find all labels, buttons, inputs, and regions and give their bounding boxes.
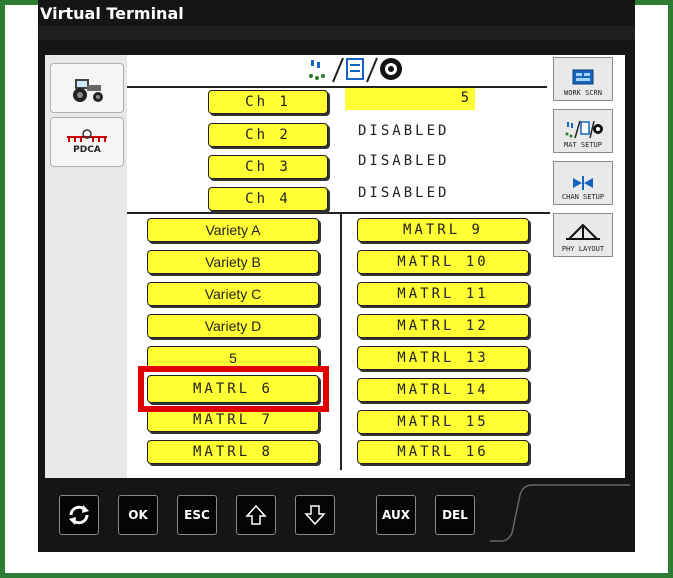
- material-label: MATRL 13: [397, 350, 489, 366]
- work-screen-label: WORK SCRN: [564, 89, 602, 97]
- refresh-icon: [69, 505, 89, 525]
- sprayer-label: PDCA: [73, 145, 101, 155]
- material-label: MATRL 9: [402, 222, 483, 238]
- material-label: MATRL 14: [397, 382, 489, 398]
- material-label: 5: [229, 350, 237, 366]
- material-label: MATRL 11: [397, 286, 489, 302]
- bottom-bar-decoration: [490, 484, 630, 542]
- tractor-icon: [73, 79, 103, 102]
- material-button[interactable]: MATRL 10: [357, 250, 529, 274]
- material-label: MATRL 15: [397, 414, 489, 430]
- material-setup-label: MAT SETUP: [564, 141, 602, 149]
- material-setup-icon: [565, 120, 603, 139]
- header-icon-group: [305, 56, 405, 88]
- channel-3-button[interactable]: Ch 3: [208, 155, 328, 179]
- tractor-softkey[interactable]: [50, 63, 124, 113]
- esc-label: ESC: [184, 508, 210, 522]
- material-label: Variety A: [205, 222, 261, 238]
- del-button[interactable]: DEL: [435, 495, 475, 535]
- esc-button[interactable]: ESC: [177, 495, 217, 535]
- ok-label: OK: [128, 508, 148, 522]
- material-button[interactable]: MATRL 15: [357, 410, 529, 434]
- physical-layout-label: PHY LAYOUT: [561, 245, 605, 253]
- work-screen-softkey[interactable]: WORK SCRN: [553, 57, 613, 101]
- header-divider: [127, 86, 547, 88]
- sprayer-softkey[interactable]: PDCA: [50, 117, 124, 167]
- material-button[interactable]: MATRL 9: [357, 218, 529, 242]
- arrow-down-icon: [304, 505, 326, 526]
- material-button[interactable]: MATRL 12: [357, 314, 529, 338]
- physical-layout-softkey[interactable]: PHY LAYOUT: [553, 213, 613, 257]
- aux-button[interactable]: AUX: [376, 495, 416, 535]
- material-button[interactable]: Variety D: [147, 314, 319, 338]
- material-button[interactable]: MATRL 14: [357, 378, 529, 402]
- channel-1-value[interactable]: 5: [345, 88, 475, 110]
- material-label: Variety C: [204, 286, 262, 302]
- title-bar-strip: [38, 26, 635, 40]
- channel-setup-icon: [573, 176, 593, 190]
- material-button[interactable]: Variety A: [147, 218, 319, 242]
- selection-highlight: [138, 366, 329, 412]
- channel-2-status: DISABLED: [358, 123, 450, 139]
- down-button[interactable]: [295, 495, 335, 535]
- physical-layout-icon: [566, 223, 600, 240]
- material-label: Variety B: [205, 254, 261, 270]
- material-label: Variety D: [204, 318, 262, 334]
- material-button[interactable]: MATRL 8: [147, 440, 319, 464]
- channel-4-button[interactable]: Ch 4: [208, 187, 328, 211]
- material-label: MATRL 7: [192, 412, 273, 428]
- material-setup-header-icon: [309, 57, 402, 83]
- material-label: MATRL 12: [397, 318, 489, 334]
- channel-1-label: Ch 1: [245, 94, 291, 110]
- channel-3-label: Ch 3: [245, 159, 291, 175]
- channel-4-status: DISABLED: [358, 185, 450, 201]
- column-divider: [340, 214, 342, 470]
- channel-setup-softkey[interactable]: CHAN SETUP: [553, 161, 613, 205]
- aux-label: AUX: [382, 508, 410, 522]
- material-button[interactable]: MATRL 13: [357, 346, 529, 370]
- ok-button[interactable]: OK: [118, 495, 158, 535]
- arrow-up-icon: [245, 504, 267, 525]
- channel-3-status: DISABLED: [358, 153, 450, 169]
- channel-2-label: Ch 2: [245, 127, 291, 143]
- up-button[interactable]: [236, 495, 276, 535]
- material-setup-softkey[interactable]: MAT SETUP: [553, 109, 613, 153]
- channel-setup-label: CHAN SETUP: [561, 193, 605, 201]
- work-screen-icon: [572, 69, 594, 85]
- window-title: Virtual Terminal: [40, 4, 184, 23]
- channel-1-button[interactable]: Ch 1: [208, 90, 328, 114]
- material-button[interactable]: Variety C: [147, 282, 319, 306]
- material-label: MATRL 10: [397, 254, 489, 270]
- material-label: MATRL 16: [397, 444, 489, 460]
- left-softkey-column: PDCA: [45, 55, 127, 478]
- refresh-button[interactable]: [59, 495, 99, 535]
- right-softkey-column: WORK SCRN MAT SETUP CHAN SETUP PHY LAYOU…: [553, 55, 618, 285]
- material-button[interactable]: MATRL 16: [357, 440, 529, 464]
- material-label: MATRL 8: [192, 444, 273, 460]
- del-label: DEL: [442, 508, 468, 522]
- material-button[interactable]: MATRL 11: [357, 282, 529, 306]
- terminal-screen: [45, 55, 625, 478]
- channel-4-label: Ch 4: [245, 191, 291, 207]
- material-button[interactable]: Variety B: [147, 250, 319, 274]
- channel-2-button[interactable]: Ch 2: [208, 123, 328, 147]
- section-divider: [127, 212, 550, 214]
- sprayer-icon: [67, 129, 107, 142]
